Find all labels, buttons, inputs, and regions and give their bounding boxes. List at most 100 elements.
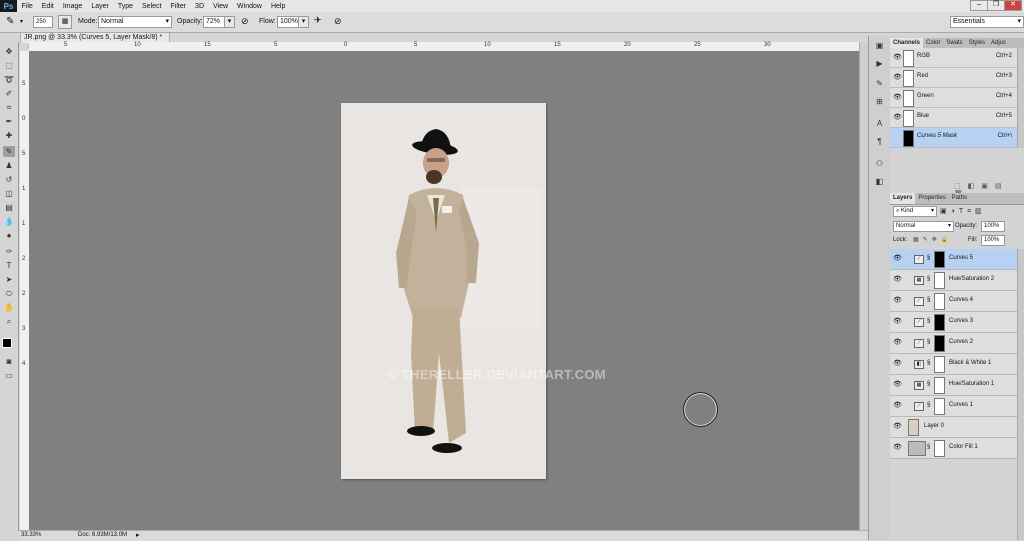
pen-tool-icon[interactable]: ✑: [3, 246, 15, 257]
menu-help[interactable]: Help: [266, 3, 289, 10]
visibility-eye-icon[interactable]: 👁: [893, 73, 902, 81]
mode-select[interactable]: Normal ▾: [98, 16, 172, 28]
menu-select[interactable]: Select: [138, 3, 166, 10]
lock-icons[interactable]: ▦✎✥🔒: [913, 236, 952, 243]
screen-mode-icon[interactable]: ▭: [3, 370, 15, 381]
brush-panel-toggle-icon[interactable]: ▦: [58, 15, 72, 29]
visibility-eye-icon[interactable]: 👁: [893, 401, 902, 409]
brush-panel-icon[interactable]: ✎: [874, 78, 885, 89]
layer-row[interactable]: 👁 § Color Fill 1: [890, 438, 1018, 459]
tab-properties[interactable]: Properties: [915, 193, 948, 204]
status-menu-arrow-icon[interactable]: ▸: [136, 531, 140, 539]
pressure-opacity-icon[interactable]: ⊘: [241, 16, 249, 27]
channel-row-blue[interactable]: 👁 Blue Ctrl+5: [890, 108, 1018, 128]
dodge-tool-icon[interactable]: ●: [3, 230, 15, 241]
brush-tool-icon[interactable]: ✎: [6, 16, 14, 27]
layer-filter-kind-select[interactable]: ⌕ Kind ▾: [893, 206, 937, 217]
menu-image[interactable]: Image: [58, 3, 86, 10]
menu-window[interactable]: Window: [233, 3, 267, 10]
layer-row[interactable]: 👁 ⟋ § Curves 3: [890, 312, 1018, 333]
visibility-eye-icon[interactable]: 👁: [893, 422, 902, 430]
layer-row[interactable]: 👁 ▦ § Hue/Saturation 1: [890, 375, 1018, 396]
channel-row-green[interactable]: 👁 Green Ctrl+4: [890, 88, 1018, 108]
menu-filter[interactable]: Filter: [166, 3, 191, 10]
visibility-eye-icon[interactable]: 👁: [893, 443, 902, 451]
menu-type[interactable]: Type: [113, 3, 137, 10]
foreground-color-swatch[interactable]: [2, 338, 12, 348]
crop-tool-icon[interactable]: ⌗: [3, 102, 15, 113]
channels-scrollbar[interactable]: [1017, 48, 1024, 148]
channel-row-red[interactable]: 👁 Red Ctrl+3: [890, 68, 1018, 88]
character-panel-icon[interactable]: A: [874, 118, 885, 129]
eyedropper-tool-icon[interactable]: ✒: [3, 116, 15, 127]
layer-mask-thumbnail[interactable]: [934, 251, 945, 268]
zoom-tool-icon[interactable]: ⌕: [3, 316, 15, 327]
tab-layers[interactable]: Layers: [890, 193, 916, 204]
layer-mask-thumbnail[interactable]: [934, 272, 945, 289]
layer-mask-thumbnail[interactable]: [934, 377, 945, 394]
zoom-level[interactable]: 33.33%: [21, 532, 41, 538]
layer-mask-thumbnail[interactable]: [934, 335, 945, 352]
shape-tool-icon[interactable]: ⬭: [3, 288, 15, 299]
airbrush-icon[interactable]: ✈: [314, 15, 322, 26]
menu-edit[interactable]: Edit: [37, 3, 58, 10]
restore-button[interactable]: ❐: [987, 0, 1005, 11]
visibility-eye-icon[interactable]: 👁: [893, 275, 902, 283]
document-canvas[interactable]: [341, 103, 546, 479]
healing-brush-tool-icon[interactable]: ✚: [3, 130, 15, 141]
layer-row[interactable]: 👁 ⟋ § Curves 2: [890, 333, 1018, 354]
visibility-eye-icon[interactable]: 👁: [893, 380, 902, 388]
blend-mode-select[interactable]: Normal ▾: [893, 221, 954, 232]
visibility-eye-icon[interactable]: 👁: [893, 93, 902, 101]
clone-stamp-tool-icon[interactable]: ♟: [3, 160, 15, 171]
blur-tool-icon[interactable]: 💧: [3, 216, 15, 227]
marquee-tool-icon[interactable]: ⬚: [3, 60, 15, 71]
brush-presets-panel-icon[interactable]: ⊞: [874, 96, 885, 107]
menu-file[interactable]: File: [17, 3, 37, 10]
visibility-eye-icon[interactable]: 👁: [893, 317, 902, 325]
clone-source-panel-icon[interactable]: ⚇: [874, 158, 885, 169]
actions-panel-icon[interactable]: ▶: [874, 58, 885, 69]
layer-row[interactable]: 👁 ⟋ § Curves 1: [890, 396, 1018, 417]
canvas-vertical-scrollbar[interactable]: [859, 42, 868, 530]
tab-paths[interactable]: Paths: [949, 193, 970, 204]
layer-mask-thumbnail[interactable]: [934, 314, 945, 331]
layers-scrollbar[interactable]: [1017, 249, 1024, 540]
type-tool-icon[interactable]: T: [3, 260, 15, 271]
path-selection-tool-icon[interactable]: ➤: [3, 274, 15, 285]
quick-select-tool-icon[interactable]: ✐: [3, 88, 15, 99]
visibility-eye-icon[interactable]: 👁: [893, 254, 902, 262]
gradient-tool-icon[interactable]: ▤: [3, 202, 15, 213]
paragraph-panel-icon[interactable]: ¶: [874, 136, 885, 147]
layer-opacity-field[interactable]: 100%: [981, 221, 1005, 232]
hand-tool-icon[interactable]: ✋: [3, 302, 15, 313]
brush-preset-dropdown-icon[interactable]: ▾: [20, 18, 23, 25]
menu-layer[interactable]: Layer: [87, 3, 114, 10]
channel-row-rgb[interactable]: 👁 RGB Ctrl+2: [890, 48, 1018, 68]
history-panel-icon[interactable]: ▣: [874, 40, 885, 51]
layer-filter-icons[interactable]: ▣◑T⌗▥: [940, 207, 986, 216]
layer-thumbnail[interactable]: [908, 419, 919, 436]
layer-mask-thumbnail[interactable]: [934, 356, 945, 373]
layer-row[interactable]: 👁 ⟋ § Curves 5: [890, 249, 1018, 270]
layer-fill-field[interactable]: 100%: [981, 235, 1005, 246]
layer-row[interactable]: 👁 Layer 0: [890, 417, 1018, 438]
move-tool-icon[interactable]: ✥: [3, 46, 15, 57]
menu-3d[interactable]: 3D: [191, 3, 209, 10]
eraser-tool-icon[interactable]: ◫: [3, 188, 15, 199]
visibility-eye-icon[interactable]: 👁: [893, 359, 902, 367]
flow-dropdown-icon[interactable]: ▾: [298, 16, 309, 28]
brush-tool-icon[interactable]: ✎: [3, 146, 15, 157]
close-window-button[interactable]: ✕: [1004, 0, 1022, 11]
pressure-size-icon[interactable]: ⊘: [334, 16, 342, 27]
brush-size-field[interactable]: 250: [33, 16, 53, 28]
channel-row-mask[interactable]: Curves 5 Mask Ctrl+\: [890, 128, 1018, 148]
menu-view[interactable]: View: [209, 3, 233, 10]
layer-mask-thumbnail[interactable]: [934, 398, 945, 415]
visibility-eye-icon[interactable]: 👁: [893, 296, 902, 304]
opacity-dropdown-icon[interactable]: ▾: [224, 16, 235, 28]
layer-mask-thumbnail[interactable]: [934, 293, 945, 310]
layer-row[interactable]: 👁 ◧ § Black & White 1: [890, 354, 1018, 375]
fill-layer-thumbnail[interactable]: [908, 441, 926, 456]
visibility-eye-icon[interactable]: 👁: [893, 53, 902, 61]
